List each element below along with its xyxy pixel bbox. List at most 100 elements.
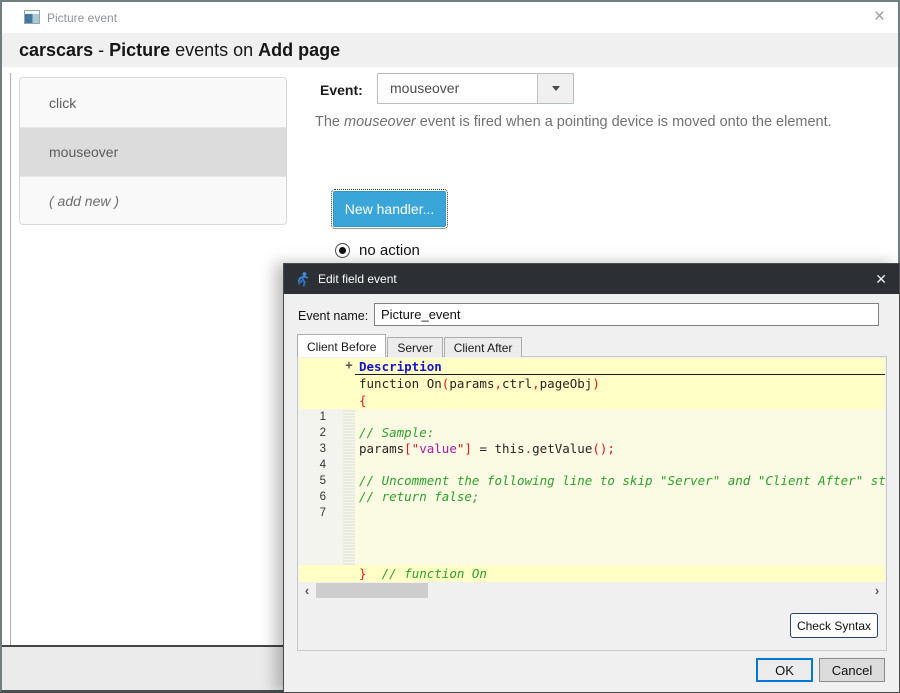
main-titlebar: Picture event ×	[2, 2, 898, 33]
dialog-titlebar: Edit field event ✕	[284, 264, 899, 294]
tab-strip: Client BeforeServerClient After	[297, 334, 523, 357]
event-list-item[interactable]: ( add new )	[20, 176, 286, 225]
code-text: // Uncomment the following line to skip …	[355, 473, 885, 489]
code-text: Description	[355, 358, 885, 375]
code-line: 3 params["value"] = this.getValue();	[299, 441, 885, 457]
line-number	[299, 392, 343, 409]
ok-button[interactable]: OK	[756, 658, 813, 682]
line-number	[299, 358, 343, 375]
header-middle-text: events on	[170, 40, 258, 61]
cancel-button[interactable]: Cancel	[819, 658, 885, 682]
scroll-right-icon[interactable]: ›	[869, 582, 885, 599]
code-segment: ,	[532, 376, 540, 391]
close-icon[interactable]: ×	[874, 6, 885, 28]
check-syntax-button[interactable]: Check Syntax	[790, 613, 878, 638]
line-number: 2	[299, 425, 343, 441]
code-segment: ;	[607, 441, 615, 456]
code-line: 6 // return false;	[299, 489, 885, 505]
fold-spacer	[343, 441, 355, 457]
code-line: 4	[299, 457, 885, 473]
code-text: {	[355, 392, 885, 409]
radio-dot	[339, 247, 346, 254]
description-event-name: mouseover	[344, 114, 416, 130]
fold-plus-icon[interactable]: +	[343, 358, 355, 375]
code-line: 1	[299, 409, 885, 425]
code-text	[355, 409, 885, 425]
chevron-down-icon	[552, 86, 560, 91]
new-handler-button[interactable]: New handler...	[333, 191, 446, 227]
tab-panel: +Descriptionfunction On(params,ctrl,page…	[297, 356, 887, 651]
fold-spacer	[343, 425, 355, 441]
edit-field-event-dialog: Edit field event ✕ Event name: Client Be…	[283, 263, 900, 693]
code-segment: ()	[592, 441, 607, 456]
code-text: params["value"] = this.getValue();	[355, 441, 885, 457]
tab-server[interactable]: Server	[387, 337, 442, 357]
editor-footer-row: } // function On	[299, 565, 885, 582]
code-segment: params	[449, 376, 494, 391]
code-segment: this	[495, 441, 525, 456]
code-segment: ctrl	[502, 376, 532, 391]
code-text	[355, 457, 885, 473]
horizontal-scrollbar[interactable]: ‹ ›	[299, 582, 885, 599]
code-segment: =	[472, 441, 495, 456]
code-segment: value	[419, 441, 457, 456]
tab-client-before[interactable]: Client Before	[297, 334, 386, 357]
line-number: 1	[299, 409, 343, 425]
description-post: event is fired when a pointing device is…	[416, 114, 832, 130]
radio-button-icon[interactable]	[335, 243, 350, 258]
fold-spacer	[343, 409, 355, 425]
code-text	[355, 505, 885, 521]
code-line: 5 // Uncomment the following line to skip…	[299, 473, 885, 489]
code-segment: // return false;	[359, 489, 479, 504]
event-dropdown[interactable]: mouseover	[377, 73, 574, 104]
code-line: 7	[299, 505, 885, 521]
code-segment: .	[525, 441, 533, 456]
fold-spacer	[343, 375, 355, 392]
code-editor[interactable]: +Descriptionfunction On(params,ctrl,page…	[299, 358, 885, 582]
runner-icon	[294, 271, 310, 287]
code-segment: pageObj	[540, 376, 593, 391]
code-text: } // function On	[355, 565, 885, 582]
code-segment: getValue	[532, 441, 592, 456]
event-list-item[interactable]: click	[20, 78, 286, 127]
code-text: function On(params,ctrl,pageObj)	[355, 375, 885, 392]
event-list-item[interactable]: mouseover	[20, 127, 286, 176]
code-segment	[367, 566, 382, 581]
header-page-name: Add page	[258, 40, 340, 61]
code-segment: )	[592, 376, 600, 391]
line-number	[299, 565, 343, 582]
scrollbar-thumb[interactable]	[316, 583, 428, 598]
code-segment: ["	[404, 441, 419, 456]
line-number: 6	[299, 489, 343, 505]
no-action-radio-row[interactable]: no action	[335, 242, 420, 259]
code-line: 2// Sample:	[299, 425, 885, 441]
dropdown-button[interactable]	[537, 74, 573, 103]
fold-spacer	[343, 489, 355, 505]
line-number: 5	[299, 473, 343, 489]
fold-spacer	[343, 457, 355, 473]
fold-spacer	[343, 505, 355, 521]
code-segment: }	[359, 566, 367, 581]
line-number: 3	[299, 441, 343, 457]
event-list: clickmouseover( add new )	[19, 77, 287, 225]
code-text: // return false;	[355, 489, 885, 505]
dialog-title: Edit field event	[318, 272, 397, 286]
fold-spacer	[343, 565, 355, 582]
header-entity-name: Picture	[109, 40, 170, 61]
event-name-label: Event name:	[298, 309, 368, 323]
main-window-title: Picture event	[47, 11, 117, 25]
code-segment: "]	[457, 441, 472, 456]
content-divider	[10, 73, 11, 647]
dialog-close-icon[interactable]: ✕	[875, 271, 887, 288]
editor-rows: +Descriptionfunction On(params,ctrl,page…	[299, 358, 885, 521]
picture-icon	[24, 10, 40, 24]
event-name-input[interactable]	[374, 303, 879, 326]
tab-client-after[interactable]: Client After	[444, 337, 523, 357]
header-table-name: carscars	[19, 40, 93, 61]
line-number	[299, 375, 343, 392]
code-segment: ,	[494, 376, 502, 391]
line-number: 4	[299, 457, 343, 473]
scroll-left-icon[interactable]: ‹	[299, 582, 315, 599]
code-segment: function On	[359, 376, 442, 391]
code-line: +Description	[299, 358, 885, 375]
